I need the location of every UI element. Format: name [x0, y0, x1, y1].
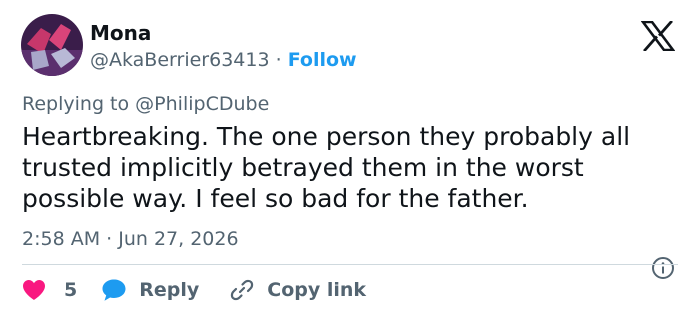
action-bar: 5 Reply Copy link — [22, 276, 366, 304]
tweet-timestamp[interactable]: 2:58 AM · Jun 27, 2026 — [22, 226, 239, 252]
x-logo-icon[interactable] — [641, 21, 675, 51]
replying-to: Replying to @PhilipCDube — [22, 91, 269, 117]
user-handle[interactable]: @AkaBerrier63413 — [90, 49, 270, 71]
like-count: 5 — [64, 279, 78, 301]
info-icon[interactable] — [651, 256, 675, 280]
display-name[interactable]: Mona — [90, 20, 151, 46]
copy-link-button[interactable]: Copy link — [229, 277, 366, 303]
follow-button[interactable]: Follow — [288, 49, 357, 71]
like-button[interactable]: 5 — [22, 279, 77, 301]
copy-link-label: Copy link — [267, 279, 367, 301]
tweet-text: Heartbreaking. The one person they proba… — [22, 122, 631, 213]
avatar-photo — [21, 14, 83, 76]
reply-label: Reply — [139, 279, 200, 301]
link-icon — [231, 279, 254, 301]
speech-bubble-icon — [102, 279, 126, 301]
separator-dot: · — [275, 49, 282, 71]
divider — [22, 264, 678, 265]
reply-button[interactable]: Reply — [101, 278, 199, 302]
tweet-embed-card: Mona @AkaBerrier63413 · Follow Replying … — [0, 0, 700, 318]
replying-mention[interactable]: @PhilipCDube — [135, 93, 269, 115]
heart-icon — [23, 280, 45, 300]
handle-row: @AkaBerrier63413 · Follow — [90, 47, 357, 73]
replying-prefix: Replying to — [22, 93, 130, 115]
avatar[interactable] — [21, 14, 83, 76]
